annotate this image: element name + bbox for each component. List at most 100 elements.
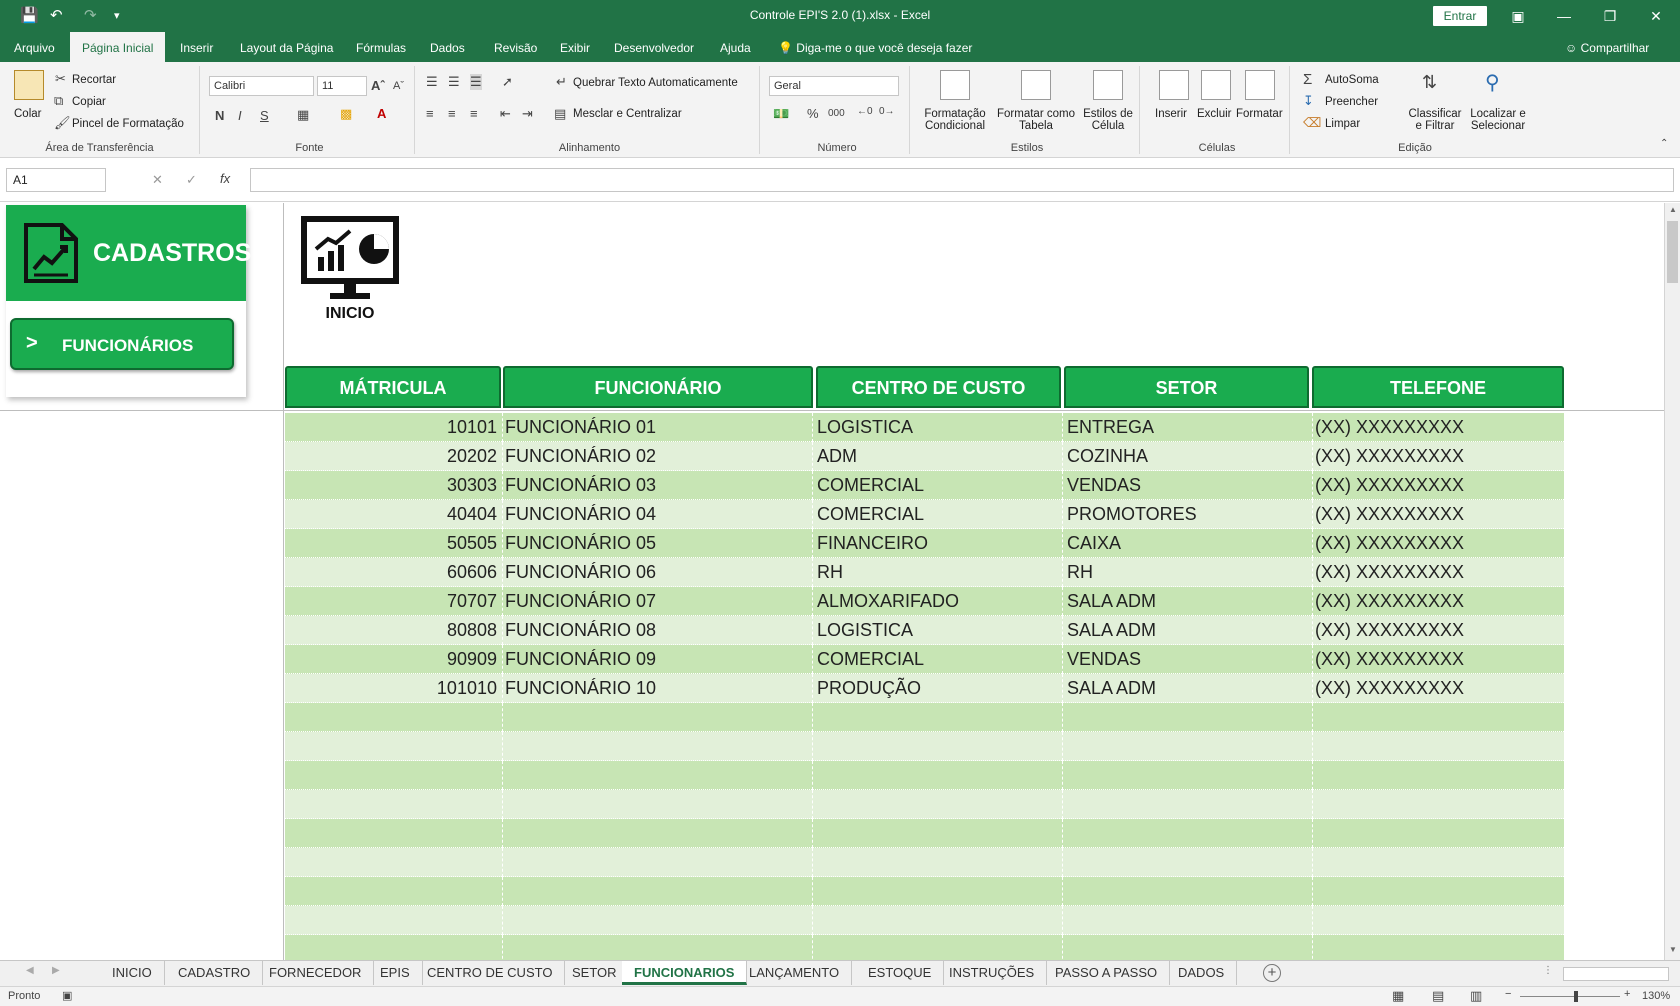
table-row[interactable]: 10101 FUNCIONÁRIO 01 LOGISTICA ENTREGA (XX) … — [285, 413, 1564, 442]
table-cell[interactable]: 90909 — [285, 645, 497, 674]
menu-tab-1[interactable]: Arquivo — [2, 32, 67, 62]
table-row[interactable] — [285, 790, 1564, 819]
align-bottom-icon[interactable]: ☰ — [470, 74, 482, 90]
autosum-button[interactable]: AutoSoma — [1325, 74, 1379, 86]
table-row[interactable]: 60606 FUNCIONÁRIO 06 RH RH (XX) XXXXXXXXX — [285, 558, 1564, 587]
table-cell[interactable]: COMERCIAL — [817, 500, 1057, 529]
table-cell[interactable]: VENDAS — [1067, 645, 1307, 674]
new-sheet-icon[interactable]: + — [1263, 964, 1281, 982]
zoom-level[interactable]: 130% — [1642, 990, 1670, 1002]
copy-button[interactable]: Copiar — [72, 96, 106, 108]
table-row[interactable] — [285, 877, 1564, 906]
inicio-home-button[interactable]: INICIO — [300, 215, 400, 325]
scroll-down-icon[interactable]: ▼ — [1665, 945, 1680, 954]
tab-splitter-icon[interactable]: ⋮ — [1543, 965, 1553, 976]
sheet-tab-7[interactable]: FUNCIONARIOS — [622, 961, 748, 985]
sheet-tab-5[interactable]: CENTRO DE CUSTO — [415, 961, 566, 985]
increase-font-icon[interactable]: Aˆ — [371, 78, 385, 93]
decrease-font-icon[interactable]: Aˇ — [393, 80, 404, 92]
table-row[interactable] — [285, 819, 1564, 848]
thousands-button[interactable]: 000 — [828, 108, 845, 119]
sign-in-button[interactable]: Entrar — [1433, 6, 1487, 26]
table-cell[interactable]: PRODUÇÃO — [817, 674, 1057, 703]
table-cell[interactable]: FUNCIONÁRIO 07 — [505, 587, 795, 616]
minimize-icon[interactable]: — — [1544, 4, 1584, 28]
table-cell[interactable]: SALA ADM — [1067, 616, 1307, 645]
sheet-tab-8[interactable]: LANÇAMENTO — [737, 961, 853, 985]
table-cell[interactable]: (XX) XXXXXXXXX — [1315, 413, 1555, 442]
font-name-select[interactable]: Calibri — [209, 76, 314, 96]
sheet-tab-6[interactable]: SETOR — [560, 961, 630, 985]
table-cell[interactable]: ALMOXARIFADO — [817, 587, 1057, 616]
table-row[interactable]: 20202 FUNCIONÁRIO 02 ADM COZINHA (XX) XXXXXX… — [285, 442, 1564, 471]
table-cell[interactable]: FUNCIONÁRIO 01 — [505, 413, 795, 442]
column-header-1[interactable]: MÁTRICULA — [285, 366, 501, 408]
fill-color-icon[interactable]: ▩ — [340, 106, 352, 122]
column-header-3[interactable]: CENTRO DE CUSTO — [816, 366, 1061, 408]
normal-view-icon[interactable]: ▦ — [1392, 988, 1404, 1004]
formula-input[interactable] — [250, 168, 1674, 192]
column-header-5[interactable]: TELEFONE — [1312, 366, 1564, 408]
menu-tab-5[interactable]: Fórmulas — [344, 32, 418, 62]
vertical-scroll-thumb[interactable] — [1667, 221, 1678, 283]
format-painter-button[interactable]: Pincel de Formatação — [72, 118, 184, 130]
table-cell[interactable]: LOGISTICA — [817, 413, 1057, 442]
table-cell[interactable]: (XX) XXXXXXXXX — [1315, 471, 1555, 500]
menu-tab-4[interactable]: Layout da Página — [228, 32, 345, 62]
sheet-tab-9[interactable]: ESTOQUE — [856, 961, 945, 985]
table-cell[interactable]: FUNCIONÁRIO 09 — [505, 645, 795, 674]
macro-record-icon[interactable]: ▣ — [62, 989, 72, 1002]
table-cell[interactable]: 50505 — [285, 529, 497, 558]
table-cell[interactable]: 60606 — [285, 558, 497, 587]
scroll-up-icon[interactable]: ▲ — [1665, 205, 1680, 214]
sheet-tab-3[interactable]: FORNECEDOR — [257, 961, 375, 985]
table-cell[interactable]: FINANCEIRO — [817, 529, 1057, 558]
cell-styles-button[interactable]: Estilos de Célula — [1080, 108, 1136, 132]
paste-button[interactable]: Colar — [14, 108, 41, 120]
collapse-ribbon-icon[interactable]: ⌃ — [1660, 138, 1668, 149]
column-header-2[interactable]: FUNCIONÁRIO — [503, 366, 813, 408]
table-cell[interactable]: (XX) XXXXXXXXX — [1315, 616, 1555, 645]
clear-button[interactable]: Limpar — [1325, 118, 1360, 130]
table-row[interactable]: 80808 FUNCIONÁRIO 08 LOGISTICA SALA ADM (XX)… — [285, 616, 1564, 645]
page-break-view-icon[interactable]: ▥ — [1470, 988, 1482, 1004]
merge-center-button[interactable]: Mesclar e Centralizar — [573, 108, 682, 120]
table-cell[interactable]: FUNCIONÁRIO 02 — [505, 442, 795, 471]
bold-button[interactable]: N — [215, 108, 224, 123]
table-cell[interactable]: 30303 — [285, 471, 497, 500]
table-cell[interactable]: FUNCIONÁRIO 10 — [505, 674, 795, 703]
table-cell[interactable]: SALA ADM — [1067, 674, 1307, 703]
fill-button[interactable]: Preencher — [1325, 96, 1378, 108]
table-cell[interactable]: 80808 — [285, 616, 497, 645]
page-layout-icon[interactable]: ▤ — [1432, 988, 1444, 1004]
zoom-slider[interactable] — [1520, 996, 1620, 997]
table-row[interactable] — [285, 935, 1564, 960]
orientation-icon[interactable]: ➚ — [502, 74, 513, 90]
align-middle-icon[interactable]: ☰ — [448, 74, 460, 90]
decrease-indent-icon[interactable]: ⇤ — [500, 106, 511, 122]
sheet-tab-10[interactable]: INSTRUÇÕES — [937, 961, 1048, 985]
worksheet[interactable]: CADASTROS > FUNCIONÁRIOS INICIO MÁTRICUL… — [0, 203, 1664, 960]
table-row[interactable]: 101010 FUNCIONÁRIO 10 PRODUÇÃO SALA ADM (XX)… — [285, 674, 1564, 703]
decrease-decimal-icon[interactable]: 0→ — [879, 106, 895, 117]
sheet-tab-12[interactable]: DADOS — [1166, 961, 1238, 985]
table-row[interactable]: 90909 FUNCIONÁRIO 09 COMERCIAL VENDAS (XX) X… — [285, 645, 1564, 674]
table-cell[interactable]: FUNCIONÁRIO 06 — [505, 558, 795, 587]
prev-sheet-icon[interactable]: ◀ — [26, 965, 34, 976]
table-cell[interactable]: FUNCIONÁRIO 04 — [505, 500, 795, 529]
table-cell[interactable]: COZINHA — [1067, 442, 1307, 471]
font-color-icon[interactable]: A — [377, 106, 386, 121]
sort-filter-button[interactable]: Classificar e Filtrar — [1405, 108, 1465, 132]
table-cell[interactable]: FUNCIONÁRIO 03 — [505, 471, 795, 500]
menu-tab-6[interactable]: Dados — [418, 32, 477, 62]
vertical-scrollbar[interactable]: ▲ ▼ — [1664, 203, 1680, 960]
zoom-slider-thumb[interactable] — [1574, 991, 1578, 1002]
borders-icon[interactable]: ▦ — [297, 107, 309, 123]
align-center-icon[interactable]: ≡ — [448, 106, 456, 121]
menu-tab-3[interactable]: Inserir — [168, 32, 225, 62]
table-cell[interactable]: RH — [817, 558, 1057, 587]
table-row[interactable] — [285, 848, 1564, 877]
tell-me-search[interactable]: 💡 Diga-me o que você deseja fazer — [778, 32, 972, 62]
menu-tab-2[interactable]: Página Inicial — [70, 32, 166, 62]
horizontal-scrollbar[interactable] — [1563, 967, 1669, 981]
